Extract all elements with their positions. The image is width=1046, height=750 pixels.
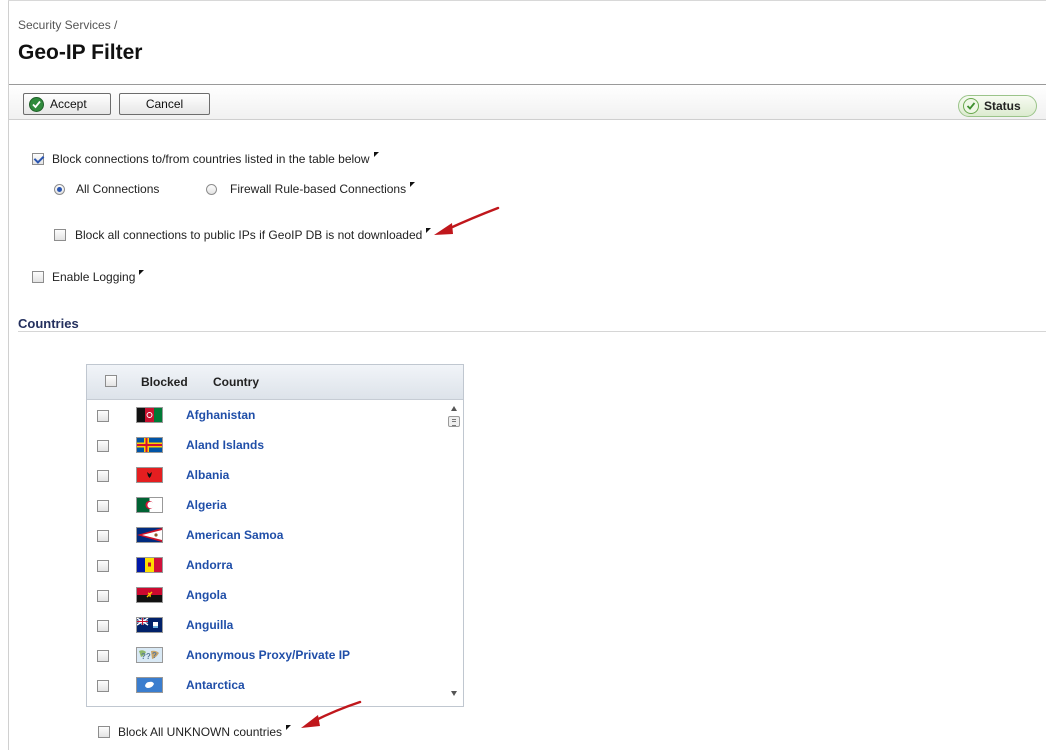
scroll-down-arrow-icon[interactable] bbox=[451, 691, 457, 696]
accept-label: Accept bbox=[50, 97, 87, 111]
table-row: Antarctica bbox=[87, 670, 447, 700]
table-row: Anguilla bbox=[87, 610, 447, 640]
enable-logging-label: Enable Logging bbox=[52, 270, 136, 284]
american-samoa-flag-icon bbox=[136, 527, 163, 543]
countries-table: Blocked Country Afghanistan Aland Island… bbox=[86, 364, 464, 707]
antarctica-flag-icon bbox=[136, 677, 163, 693]
table-scrollbar[interactable] bbox=[447, 400, 463, 706]
andorra-flag-icon bbox=[136, 557, 163, 573]
afghanistan-flag-icon bbox=[136, 407, 163, 423]
block-public-ips-option: Block all connections to public IPs if G… bbox=[54, 227, 432, 242]
row-checkbox[interactable] bbox=[97, 530, 109, 542]
country-name[interactable]: Algeria bbox=[186, 498, 227, 512]
row-checkbox[interactable] bbox=[97, 440, 109, 452]
block-public-ips-label: Block all connections to public IPs if G… bbox=[75, 228, 423, 242]
all-connections-option: All Connections bbox=[54, 182, 159, 196]
albania-flag-icon bbox=[136, 467, 163, 483]
block-connections-checkbox[interactable] bbox=[32, 153, 44, 165]
firewall-rule-label: Firewall Rule-based Connections bbox=[230, 182, 407, 196]
select-all-checkbox[interactable] bbox=[105, 375, 117, 387]
table-header: Blocked Country bbox=[87, 365, 463, 400]
page-title: Geo-IP Filter bbox=[18, 41, 143, 64]
svg-text:??: ?? bbox=[141, 652, 151, 661]
block-unknown-checkbox[interactable] bbox=[98, 726, 110, 738]
scroll-up-arrow-icon[interactable] bbox=[451, 406, 457, 411]
table-row: American Samoa bbox=[87, 520, 447, 550]
algeria-flag-icon bbox=[136, 497, 163, 513]
table-row: Algeria bbox=[87, 490, 447, 520]
all-connections-label: All Connections bbox=[76, 182, 160, 196]
check-circle-icon bbox=[29, 96, 44, 112]
accept-button[interactable]: Accept bbox=[23, 93, 111, 115]
blocked-column-header[interactable]: Blocked bbox=[141, 375, 188, 389]
anonymous-proxy-flag-icon: ??? bbox=[136, 647, 163, 663]
angola-flag-icon bbox=[136, 587, 163, 603]
country-name[interactable]: Angola bbox=[186, 588, 227, 602]
countries-section-title: Countries bbox=[18, 316, 79, 331]
table-row: Aland Islands bbox=[87, 430, 447, 460]
country-column-header[interactable]: Country bbox=[213, 375, 259, 389]
block-unknown-label: Block All UNKNOWN countries bbox=[118, 725, 283, 739]
tooltip-marker-icon[interactable] bbox=[286, 724, 292, 730]
cancel-button[interactable]: Cancel bbox=[119, 93, 210, 115]
table-row: ??? Anonymous Proxy/Private IP bbox=[87, 640, 447, 670]
table-row: Albania bbox=[87, 460, 447, 490]
row-checkbox[interactable] bbox=[97, 590, 109, 602]
scroll-thumb[interactable] bbox=[448, 416, 460, 427]
status-label: Status bbox=[984, 99, 1021, 113]
section-divider bbox=[18, 331, 1046, 332]
table-row: Andorra bbox=[87, 550, 447, 580]
enable-logging-checkbox[interactable] bbox=[32, 271, 44, 283]
table-row: Afghanistan bbox=[87, 400, 447, 430]
annotation-arrow-icon bbox=[301, 700, 362, 728]
block-public-ips-checkbox[interactable] bbox=[54, 229, 66, 241]
table-row: Angola bbox=[87, 580, 447, 610]
block-connections-option: Block connections to/from countries list… bbox=[32, 151, 379, 166]
all-connections-radio[interactable] bbox=[54, 183, 65, 195]
top-border bbox=[8, 0, 1046, 1]
country-name[interactable]: Antarctica bbox=[186, 678, 245, 692]
country-name[interactable]: American Samoa bbox=[186, 528, 283, 542]
row-checkbox[interactable] bbox=[97, 560, 109, 572]
country-name[interactable]: Andorra bbox=[186, 558, 233, 572]
cancel-label: Cancel bbox=[145, 97, 184, 111]
firewall-rule-radio[interactable] bbox=[206, 183, 217, 195]
tooltip-marker-icon[interactable] bbox=[139, 269, 145, 275]
country-name[interactable]: Albania bbox=[186, 468, 229, 482]
row-checkbox[interactable] bbox=[97, 500, 109, 512]
toolbar: Accept Cancel bbox=[9, 84, 1046, 120]
status-button[interactable]: Status bbox=[958, 95, 1037, 117]
tooltip-marker-icon[interactable] bbox=[410, 181, 416, 187]
firewall-rule-option: Firewall Rule-based Connections bbox=[206, 181, 416, 196]
breadcrumb[interactable]: Security Services / bbox=[18, 18, 117, 32]
row-checkbox[interactable] bbox=[97, 470, 109, 482]
country-name[interactable]: Anguilla bbox=[186, 618, 233, 632]
annotation-arrow-icon bbox=[434, 206, 500, 235]
row-checkbox[interactable] bbox=[97, 410, 109, 422]
country-name[interactable]: Afghanistan bbox=[186, 408, 255, 422]
anguilla-flag-icon bbox=[136, 617, 163, 633]
block-connections-label: Block connections to/from countries list… bbox=[52, 152, 370, 166]
svg-text:?: ? bbox=[152, 651, 157, 660]
country-name[interactable]: Anonymous Proxy/Private IP bbox=[186, 648, 350, 662]
country-name[interactable]: Aland Islands bbox=[186, 438, 264, 452]
status-check-icon bbox=[963, 98, 979, 114]
row-checkbox[interactable] bbox=[97, 620, 109, 632]
aland-islands-flag-icon bbox=[136, 437, 163, 453]
block-unknown-option: Block All UNKNOWN countries bbox=[98, 724, 292, 739]
enable-logging-option: Enable Logging bbox=[32, 269, 145, 284]
row-checkbox[interactable] bbox=[97, 680, 109, 692]
row-checkbox[interactable] bbox=[97, 650, 109, 662]
tooltip-marker-icon[interactable] bbox=[373, 151, 379, 157]
